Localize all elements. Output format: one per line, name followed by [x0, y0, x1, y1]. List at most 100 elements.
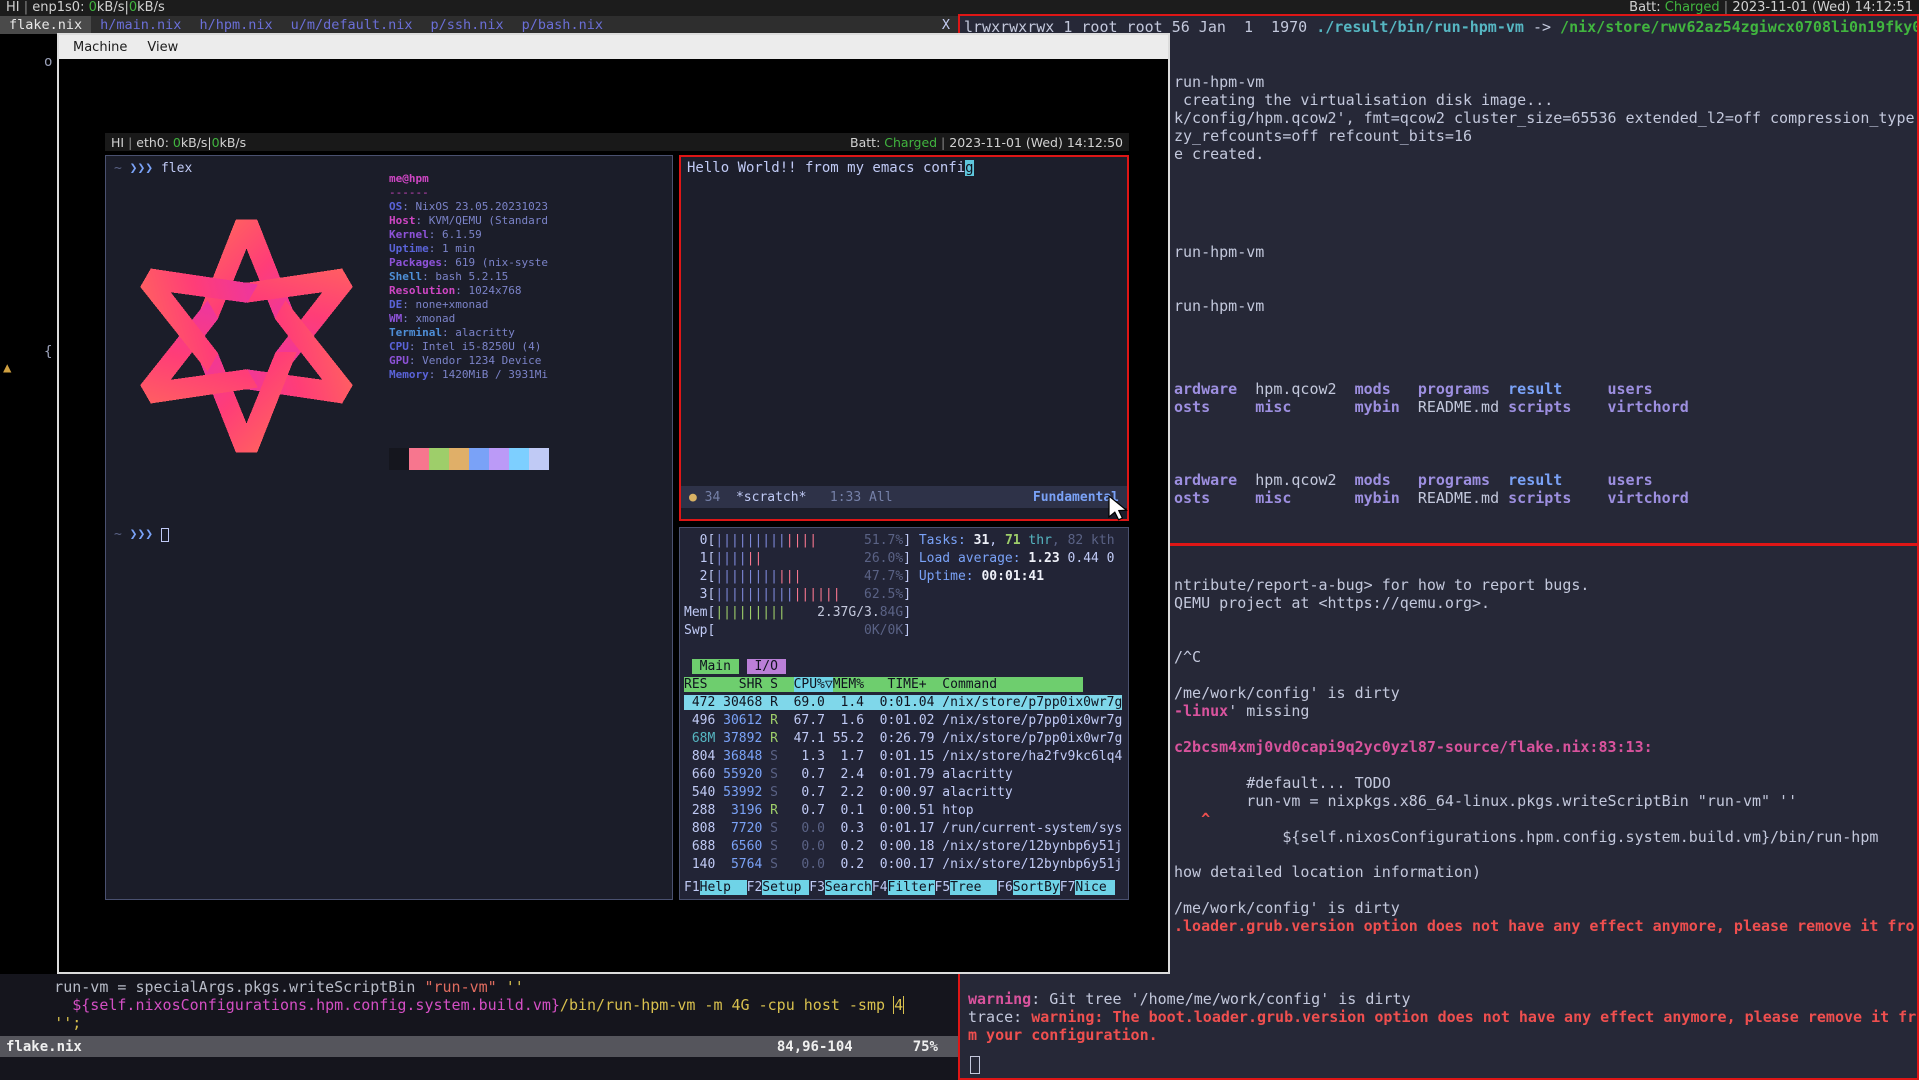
text-seg: 31 — [974, 533, 990, 548]
text-seg: run-vm = specialArgs.pkgs.writeScriptBin — [0, 978, 424, 996]
text-line: ''; — [0, 1014, 958, 1032]
text-seg: ^ — [1201, 810, 1210, 828]
tab-h-main-nix[interactable]: h/main.nix — [91, 16, 190, 34]
text-seg — [786, 605, 817, 620]
text-seg: S — [770, 839, 778, 854]
text-seg: Tree — [950, 880, 997, 895]
text-seg: run-hpm-vm — [1174, 297, 1264, 315]
vim-statusline: flake.nix 84,96-104 75% — [0, 1036, 958, 1057]
text-line: Uptime: 1 min — [389, 242, 548, 256]
tab-p-bash-nix[interactable]: p/bash.nix — [513, 16, 612, 34]
text-line: 68M 37892 R 47.1 55.2 0:26.79 /nix/store… — [684, 731, 1124, 749]
text-seg: : 1420MiB / 3931Mi — [429, 368, 548, 381]
text-seg — [1237, 471, 1255, 489]
tab-p-ssh-nix[interactable]: p/ssh.nix — [422, 16, 513, 34]
text-seg — [1291, 489, 1354, 507]
text-line: 540 53992 S 0.7 2.2 0:00.97 alacritty — [684, 785, 1124, 803]
menu-machine[interactable]: Machine — [65, 38, 135, 57]
text-seg: 0.0 — [801, 821, 824, 836]
text-line: osts misc mybin README.md scripts virtch… — [1174, 489, 1689, 507]
text-seg: Tasks: — [911, 533, 974, 548]
text-seg: F5 — [935, 880, 951, 895]
text-seg: result — [1508, 380, 1562, 398]
text-seg: : NixOS 23.05.20231023 — [402, 200, 548, 213]
terminal-output: #default... TODO run-vm = nixpkgs.x86_64… — [1174, 774, 1878, 846]
text-line: Swp[ 0K/0K] — [684, 623, 1124, 641]
tab-flake-nix[interactable]: flake.nix — [0, 16, 91, 34]
text-seg: 0.0 — [801, 839, 824, 854]
text-seg: | — [937, 135, 949, 150]
text-seg: WM — [389, 312, 402, 325]
text-line: DE: none+xmonad — [389, 298, 548, 312]
text-seg: hpm.qcow2 — [1255, 380, 1336, 398]
close-icon[interactable]: X — [934, 17, 958, 33]
text-line: /me/work/config' is dirty — [1174, 684, 1400, 702]
palette-swatch — [489, 448, 509, 470]
guest-battery-clock: Batt: Charged | 2023-11-01 (Wed) 14:12:5… — [850, 135, 1123, 150]
vim-editor[interactable]: run-vm = specialArgs.pkgs.writeScriptBin… — [0, 974, 958, 1080]
text-seg: Batt: — [1629, 0, 1665, 15]
text-seg: : 6.1.59 — [429, 228, 482, 241]
text-seg: 0 — [212, 135, 220, 150]
guest-terminal[interactable]: ~ ❯❯❯ flex — [105, 155, 673, 900]
vim-filename: flake.nix — [6, 1039, 82, 1055]
text-seg — [739, 659, 747, 674]
text-line: /me/work/config' is dirty — [1174, 899, 1915, 917]
terminal-output: run-hpm-vm — [1174, 297, 1264, 315]
text-seg: ||||||||| — [715, 533, 785, 548]
text-seg: users — [1608, 471, 1653, 489]
text-line: zy_refcounts=off refcount_bits=16 — [1174, 127, 1915, 145]
text-seg: R — [770, 731, 778, 746]
text-seg: MEM% TIME+ Command — [833, 677, 1083, 692]
text-line: 288 3196 R 0.7 0.1 0:00.51 htop — [684, 803, 1124, 821]
htop-function-keys[interactable]: F1Help F2Setup F3SearchF4FilterF5Tree F6… — [684, 880, 1115, 895]
text-seg: /nix/store/rwv62az54zgiwcx0708li0n19fky0 — [1560, 18, 1919, 36]
neofetch-info: me@hpm------OS: NixOS 23.05.20231023Host… — [389, 172, 548, 382]
vm-screen[interactable]: HI | eth0: 0kB/s|0kB/s Batt: Charged | 2… — [59, 59, 1168, 972]
text-line — [684, 641, 1124, 659]
text-seg: Memory — [389, 368, 429, 381]
text-seg: k/config/hpm.qcow2', fmt=qcow2 cluster_s… — [1174, 109, 1915, 127]
text-line: 472 30468 R 69.0 1.4 0:01.04 /nix/store/… — [684, 695, 1124, 713]
text-seg: 0.44 0 — [1068, 551, 1115, 566]
text-seg — [1174, 810, 1201, 828]
text-seg: mods — [1355, 380, 1391, 398]
text-seg: R — [770, 713, 778, 728]
text-line: ardware hpm.qcow2 mods programs result u… — [1174, 471, 1689, 489]
text-seg: me@hpm — [389, 172, 429, 185]
text-seg: SortBy — [1013, 880, 1060, 895]
text-seg — [1499, 489, 1508, 507]
occluded-text-fragment: { — [44, 344, 52, 360]
text-seg: users — [1608, 380, 1653, 398]
text-seg — [762, 839, 770, 854]
tab-u-m-default-nix[interactable]: u/m/default.nix — [282, 16, 422, 34]
palette-swatch — [389, 448, 409, 470]
menu-view[interactable]: View — [139, 38, 186, 57]
htop-window[interactable]: 0[||||||||||||| 51.7%] Tasks: 31, 71 thr… — [679, 527, 1129, 900]
tab-list: flake.nixh/main.nixh/hpm.nixu/m/default.… — [0, 16, 612, 34]
text-seg: 0K/0K — [864, 623, 903, 638]
terminal-output: run-hpm-vm — [1174, 243, 1264, 261]
tab-h-hpm-nix[interactable]: h/hpm.nix — [190, 16, 281, 34]
text-line: run-hpm-vm — [1174, 243, 1264, 261]
text-seg: |||| — [786, 533, 817, 548]
text-seg: Load average: — [911, 551, 1028, 566]
emacs-window[interactable]: Hello World!! from my emacs config ● 34 … — [679, 155, 1129, 521]
text-seg — [817, 533, 864, 548]
text-seg: 34 — [705, 490, 736, 505]
text-seg: eth0: — [136, 135, 173, 150]
text-seg: Batt: — [850, 135, 884, 150]
text-seg: run-hpm-vm — [1174, 73, 1264, 91]
text-seg: : Git tree '/home/me/work/config' is dir… — [1031, 990, 1410, 1008]
vim-scroll-percent: 75% — [913, 1039, 938, 1055]
text-seg: CPU%▽ — [794, 677, 833, 692]
text-seg: 0.7 0.1 0:00.51 htop — [778, 803, 974, 818]
text-seg — [1210, 489, 1255, 507]
text-line: me@hpm — [389, 172, 548, 186]
text-seg: : 1 min — [429, 242, 475, 255]
text-seg: F7 — [1060, 880, 1076, 895]
text-seg: : alacritty — [442, 326, 515, 339]
text-seg: 496 — [684, 713, 723, 728]
text-line: /^C — [1174, 648, 1201, 666]
text-seg: osts — [1174, 398, 1210, 416]
